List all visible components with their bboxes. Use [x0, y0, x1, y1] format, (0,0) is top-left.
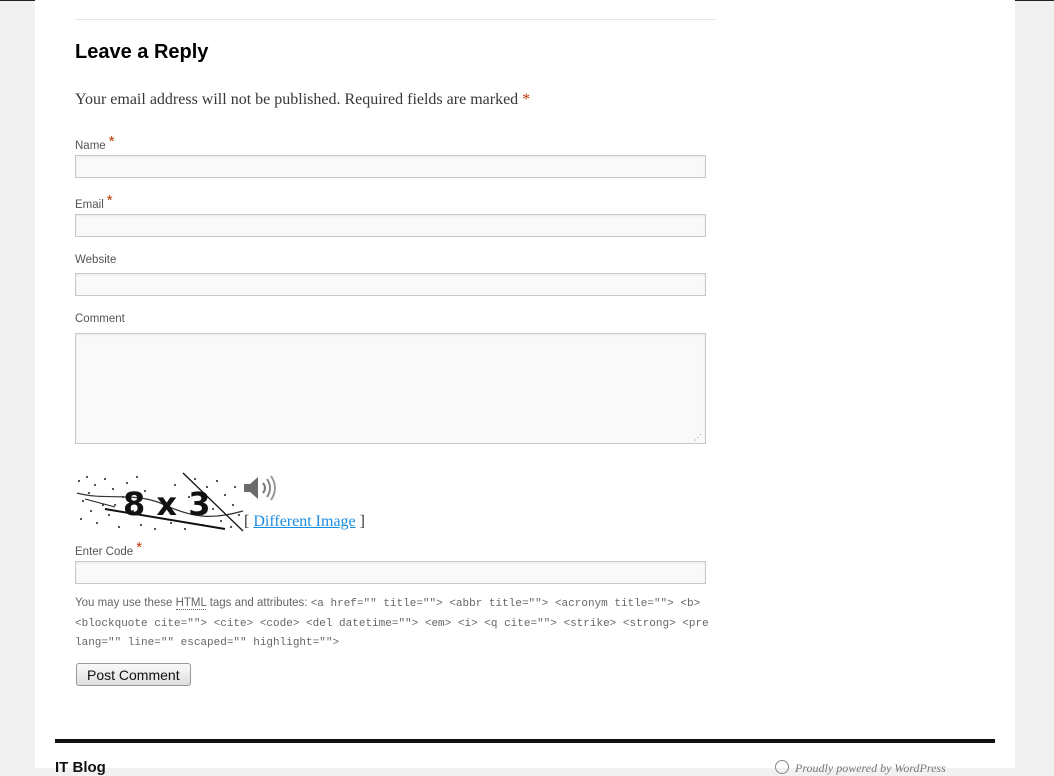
different-image-link[interactable]: Different Image	[253, 513, 355, 530]
allowed-prefix: You may use these	[75, 597, 173, 609]
email-input[interactable]	[75, 214, 706, 237]
post-comment-button[interactable]: Post Comment	[76, 663, 191, 686]
bracket-open: [	[244, 513, 250, 530]
captcha-text: 8 x 3	[123, 485, 210, 523]
wordpress-icon	[775, 760, 789, 774]
comment-label: Comment	[75, 313, 125, 325]
notes-text: Your email address will not be published…	[75, 91, 519, 108]
powered-by: Proudly powered by WordPress	[775, 760, 946, 776]
allowed-middle: tags and attributes:	[209, 597, 308, 609]
bracket-close: ]	[359, 513, 365, 530]
email-label-text: Email	[75, 199, 104, 211]
resize-handle-icon[interactable]: ⋰	[694, 434, 702, 442]
allowed-tags: You may use these HTML tags and attribut…	[75, 594, 715, 653]
comment-notes: Your email address will not be published…	[75, 91, 530, 109]
captcha-image: 8 x 3	[75, 471, 245, 533]
comment-textarea[interactable]: ⋰	[75, 333, 706, 444]
reply-title: Leave a Reply	[75, 41, 209, 63]
website-label: Website	[75, 254, 117, 266]
website-input[interactable]	[75, 273, 706, 296]
name-label: Name *	[75, 133, 115, 152]
html-abbr: HTML	[175, 597, 207, 610]
email-required-mark: *	[106, 192, 113, 209]
enter-code-label-text: Enter Code	[75, 546, 134, 558]
captcha-code-input[interactable]	[75, 561, 706, 584]
name-input[interactable]	[75, 155, 706, 178]
required-mark: *	[522, 91, 531, 108]
name-label-text: Name	[75, 140, 106, 152]
footer-bar	[55, 739, 995, 743]
name-required-mark: *	[108, 133, 115, 150]
separator	[75, 19, 715, 20]
enter-code-label: Enter Code *	[75, 539, 142, 558]
code-required-mark: *	[136, 539, 143, 556]
different-image: [ Different Image ]	[244, 513, 365, 531]
speaker-icon[interactable]	[241, 473, 279, 503]
page-content: Leave a Reply Your email address will no…	[35, 0, 1015, 776]
email-label: Email *	[75, 192, 113, 211]
powered-by-link[interactable]: Proudly powered by WordPress	[795, 761, 946, 775]
